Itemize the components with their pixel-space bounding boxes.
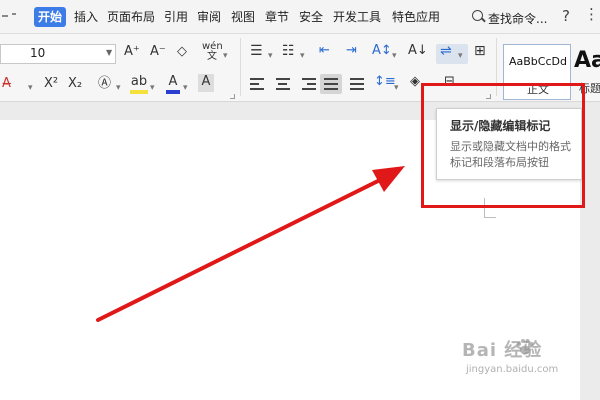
text-effect-icon[interactable]: Ⓐ	[98, 76, 111, 92]
menu-left-stub[interactable]	[0, 10, 28, 24]
tab-special-features[interactable]: 特色应用	[392, 10, 440, 24]
line-spacing-icon[interactable]: ↕≡	[374, 74, 396, 90]
chevron-down-icon: ▾	[268, 51, 273, 61]
chevron-down-icon: ▾	[458, 51, 463, 61]
text-direction-icon[interactable]: A↕	[372, 43, 392, 59]
watermark-url: jingyan.baidu.com	[466, 364, 559, 375]
style-sample: AaBbCcDd	[509, 55, 567, 68]
help-icon[interactable]: ?	[562, 7, 570, 25]
tab-developer[interactable]: 开发工具	[333, 10, 381, 24]
baidu-watermark: Bai 经验 jingyan.baidu.com	[462, 336, 582, 386]
tab-home[interactable]: 开始	[34, 7, 67, 27]
grow-font-icon[interactable]: A⁺	[124, 44, 140, 60]
chevron-down-icon: ▾	[394, 83, 399, 93]
sort-icon[interactable]: A↓	[408, 43, 428, 59]
strikethrough-icon[interactable]: A̶	[2, 76, 11, 92]
distribute-icon[interactable]	[350, 78, 364, 93]
bullet-list-icon[interactable]: ☰	[250, 43, 263, 59]
tab-references[interactable]: 引用	[164, 10, 188, 24]
tab-review[interactable]: 审阅	[197, 10, 221, 24]
style-sample-large: Aa	[574, 48, 600, 73]
tab-page-layout[interactable]: 页面布局	[107, 10, 155, 24]
chevron-down-icon: ▾	[223, 51, 228, 61]
menu-bar: 开始 插入 页面布局 引用 审阅 视图 章节 安全 开发工具 特色应用 查找命令…	[0, 0, 600, 34]
increase-indent-icon[interactable]: ⇥	[346, 43, 357, 59]
char-shading-icon[interactable]: A	[198, 74, 214, 92]
group-divider	[240, 38, 241, 96]
command-search-label: 查找命令...	[488, 12, 548, 26]
chevron-down-icon: ▾	[116, 83, 121, 93]
chevron-down-icon: ▾	[28, 83, 33, 93]
subscript-icon[interactable]: X₂	[68, 76, 82, 92]
clear-format-icon[interactable]: ◇	[177, 44, 187, 60]
decrease-indent-icon[interactable]: ⇤	[319, 43, 330, 59]
paragraph-marks-icon: ⇌	[440, 43, 452, 59]
tab-chapter[interactable]: 章节	[265, 10, 289, 24]
chevron-down-icon: ▾	[300, 51, 305, 61]
tab-view[interactable]: 视图	[231, 10, 255, 24]
align-right-icon[interactable]	[302, 78, 316, 93]
align-left-icon[interactable]	[250, 78, 264, 93]
font-size-value: 10	[30, 46, 46, 60]
table-borders-icon[interactable]: ⊞	[474, 43, 486, 59]
align-center-icon[interactable]	[276, 78, 290, 93]
chevron-down-icon: ▾	[392, 51, 397, 61]
margin-corner-mark	[484, 217, 496, 218]
wps-writer-window: 开始 插入 页面布局 引用 审阅 视图 章节 安全 开发工具 特色应用 查找命令…	[0, 0, 600, 400]
superscript-icon[interactable]: X²	[44, 76, 58, 92]
chevron-down-icon: ▾	[183, 83, 188, 93]
chevron-down-icon: ▾	[150, 83, 155, 93]
more-icon[interactable]: ⋮	[584, 5, 599, 23]
baidu-paw-icon	[517, 339, 534, 355]
font-dialog-launcher[interactable]	[230, 94, 235, 99]
shading-icon[interactable]: ◈	[410, 74, 420, 90]
chevron-down-icon: ▼	[106, 48, 113, 57]
justify-icon	[324, 78, 338, 93]
font-size-select[interactable]	[0, 44, 116, 64]
tab-security[interactable]: 安全	[299, 10, 323, 24]
highlight-icon[interactable]: ab	[130, 74, 148, 94]
shrink-font-icon[interactable]: A⁻	[150, 44, 166, 60]
search-icon	[472, 10, 483, 21]
pinyin-guide-icon[interactable]: wén 文	[202, 42, 223, 62]
font-color-icon[interactable]: A	[166, 74, 180, 94]
numbered-list-icon[interactable]: ☷	[282, 43, 295, 59]
annotation-highlight-box	[421, 83, 585, 208]
tab-insert[interactable]: 插入	[74, 10, 98, 24]
